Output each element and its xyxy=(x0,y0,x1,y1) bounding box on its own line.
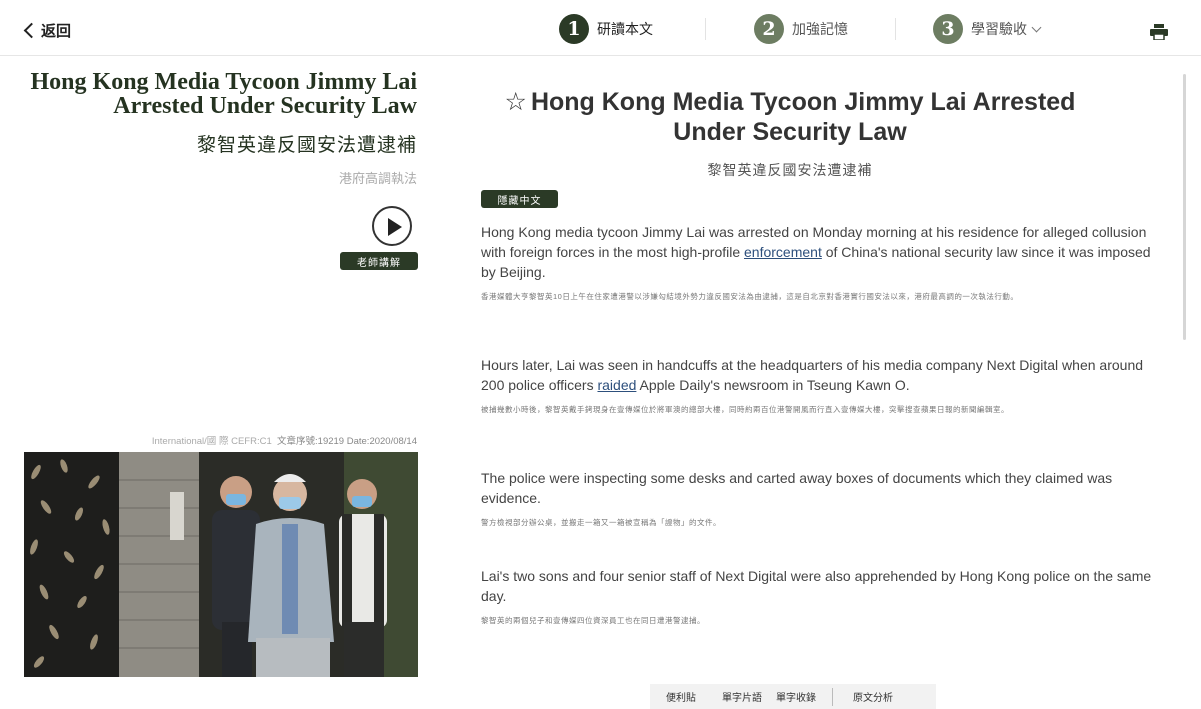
paragraph-en: Hours later, Lai was seen in handcuffs a… xyxy=(481,355,1161,395)
tab-label: 加強記憶 xyxy=(792,21,848,37)
paragraph-en: Hong Kong media tycoon Jimmy Lai was arr… xyxy=(481,222,1161,282)
teacher-explanation-button[interactable]: 老師講解 xyxy=(340,252,418,270)
tab-label: 學習驗收 xyxy=(971,21,1027,37)
play-audio-button[interactable] xyxy=(372,206,412,246)
chevron-down-icon xyxy=(1031,22,1042,32)
sticky-notes-button[interactable]: 便利貼 xyxy=(666,689,696,704)
meta-category: International/國 際 xyxy=(151,436,229,447)
meta-serial: 文章序號:19219 xyxy=(277,436,345,447)
scrollbar[interactable] xyxy=(1183,74,1186,340)
meta-cefr: CEFR:C1 xyxy=(231,436,272,447)
step-number-1: 1 xyxy=(559,14,589,44)
article-title-text: Hong Kong Media Tycoon Jimmy Lai Arreste… xyxy=(530,88,1076,146)
paragraph-3: The police were inspecting some desks an… xyxy=(481,468,1161,529)
left-title-zh: 黎智英違反國安法遭逮補 xyxy=(196,135,417,156)
step-number-2: 2 xyxy=(754,14,784,44)
printer-icon[interactable] xyxy=(1150,24,1168,40)
meta-date: Date:2020/08/14 xyxy=(346,436,417,447)
left-subtitle: 港府高調執法 xyxy=(338,171,417,186)
article-title-zh: 黎智英違反國安法遭逮補 xyxy=(707,162,873,178)
paragraph-zh: 警方檢視部分辦公桌，並搬走一箱又一箱被宣稱為「證物」的文件。 xyxy=(481,518,721,527)
step-number-3: 3 xyxy=(933,14,963,44)
paragraph-zh: 香港媒體大亨黎智英10日上午在住家遭港警以涉嫌勾結境外勢力違反國安法為由逮捕，這… xyxy=(481,292,1019,301)
paragraph-2: Hours later, Lai was seen in handcuffs a… xyxy=(481,355,1161,416)
hide-chinese-button[interactable]: 隱藏中文 xyxy=(481,190,558,208)
article-title: ☆ Hong Kong Media Tycoon Jimmy Lai Arrest… xyxy=(470,87,1110,147)
tab-study-text[interactable]: 1 研讀本文 xyxy=(559,14,653,44)
text-analysis-button[interactable]: 原文分析 xyxy=(853,689,893,704)
paragraph-en: The police were inspecting some desks an… xyxy=(481,470,1113,506)
tab-label: 研讀本文 xyxy=(597,21,653,37)
paragraph-zh: 被捕幾數小時後，黎智英戴手銬現身在壹傳媒位於將軍澳的總部大樓，同時約兩百位港警開… xyxy=(481,405,1009,414)
paragraph-4: Lai's two sons and four senior staff of … xyxy=(481,566,1161,627)
bottom-toolbar: 便利貼 單字片語 單字收錄 原文分析 xyxy=(650,684,936,709)
article-meta: International/國 際 CEFR:C1 文章序號:19219 Dat… xyxy=(152,433,417,447)
nav-divider xyxy=(895,18,896,40)
star-icon[interactable]: ☆ xyxy=(505,87,527,117)
top-nav-bar: 返回 1 研讀本文 2 加強記憶 3 學習驗收 xyxy=(0,0,1201,56)
paragraph-1: Hong Kong media tycoon Jimmy Lai was arr… xyxy=(481,222,1161,303)
tab-learning-check[interactable]: 3 學習驗收 xyxy=(933,14,1042,44)
left-title-en: Hong Kong Media Tycoon Jimmy Lai Arreste… xyxy=(30,69,417,119)
play-icon xyxy=(388,218,402,236)
chevron-left-icon xyxy=(23,22,40,39)
back-button[interactable]: 返回 xyxy=(23,20,72,41)
back-label: 返回 xyxy=(41,23,72,40)
paragraph-en: Lai's two sons and four senior staff of … xyxy=(481,568,1152,604)
toolbar-divider xyxy=(832,687,833,706)
tab-reinforce-memory[interactable]: 2 加強記憶 xyxy=(754,14,848,44)
phrases-button[interactable]: 單字片語 xyxy=(722,689,762,704)
vocab-link[interactable]: enforcement xyxy=(744,244,822,260)
paragraph-zh: 黎智英的兩個兒子和壹傳媒四位資深員工也在同日遭港警逮捕。 xyxy=(481,616,705,625)
nav-divider xyxy=(705,18,706,40)
article-photo xyxy=(24,452,418,677)
word-collection-button[interactable]: 單字收錄 xyxy=(776,689,816,704)
text-span: Apple Daily's newsroom in Tseung Kawn O. xyxy=(636,377,910,393)
vocab-link[interactable]: raided xyxy=(597,377,636,393)
